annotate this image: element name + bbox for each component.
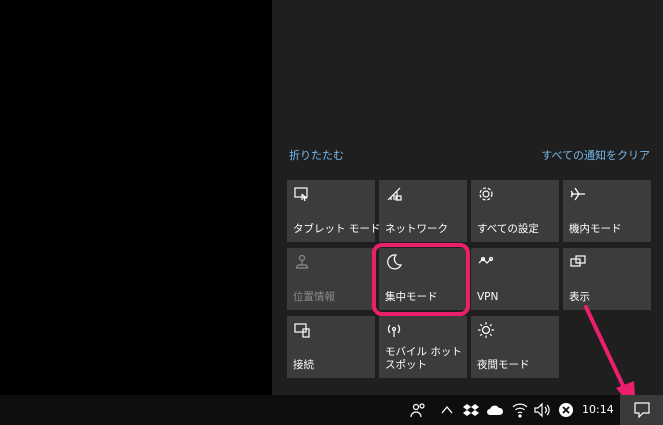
tile-label: 機内モード [569, 223, 622, 235]
location-icon [293, 253, 311, 271]
tile-label: 集中モード [385, 291, 438, 303]
tile-night-light[interactable]: 夜間モード [471, 316, 559, 378]
tile-label: すべての設定 [477, 223, 539, 235]
action-center-button[interactable] [620, 395, 663, 425]
network-icon [385, 185, 403, 203]
people-icon[interactable] [409, 401, 427, 419]
tile-label: 位置情報 [293, 291, 335, 303]
tile-focus-assist[interactable]: 集中モード [379, 248, 467, 310]
tile-project-display[interactable]: 表示 [563, 248, 651, 310]
chevron-up-icon[interactable] [438, 401, 456, 419]
tablet-mode-icon [293, 185, 311, 203]
tile-network[interactable]: ネットワーク [379, 180, 467, 242]
collapse-link[interactable]: 折りたたむ [289, 147, 344, 163]
mobile-hotspot-icon [385, 321, 403, 339]
volume-icon[interactable] [533, 401, 551, 419]
tile-connect[interactable]: 接続 [287, 316, 375, 378]
night-light-icon [477, 321, 495, 339]
close-circle-icon[interactable] [557, 401, 575, 419]
wifi-icon[interactable] [511, 401, 529, 419]
airplane-icon [569, 185, 587, 203]
tile-label: 夜間モード [477, 359, 530, 371]
tile-label: タブレット モード [293, 223, 381, 235]
settings-gear-icon [477, 185, 495, 203]
tile-label: VPN [477, 291, 499, 303]
onedrive-icon[interactable] [486, 401, 504, 419]
tile-airplane-mode[interactable]: 機内モード [563, 180, 651, 242]
tile-vpn[interactable]: VPN [471, 248, 559, 310]
notification-icon [634, 402, 650, 419]
clock[interactable]: 10:14 [582, 403, 614, 416]
tile-location[interactable]: 位置情報 [287, 248, 375, 310]
tile-label: ネットワーク [385, 223, 448, 235]
desktop-area [0, 0, 272, 395]
dropbox-icon[interactable] [462, 401, 480, 419]
tile-label: 接続 [293, 359, 314, 371]
tile-label: 表示 [569, 291, 590, 303]
tile-label: モバイル ホットスポット [385, 346, 462, 371]
tile-tablet-mode[interactable]: タブレット モード [287, 180, 380, 242]
display-icon [569, 253, 587, 271]
vpn-icon [477, 253, 495, 271]
tile-all-settings[interactable]: すべての設定 [471, 180, 559, 242]
clear-all-notifications-link[interactable]: すべての通知をクリア [541, 147, 650, 163]
connect-icon [293, 321, 311, 339]
moon-icon [385, 253, 403, 271]
tile-mobile-hotspot[interactable]: モバイル ホットスポット [379, 316, 467, 378]
taskbar: 10:14 [0, 395, 663, 425]
